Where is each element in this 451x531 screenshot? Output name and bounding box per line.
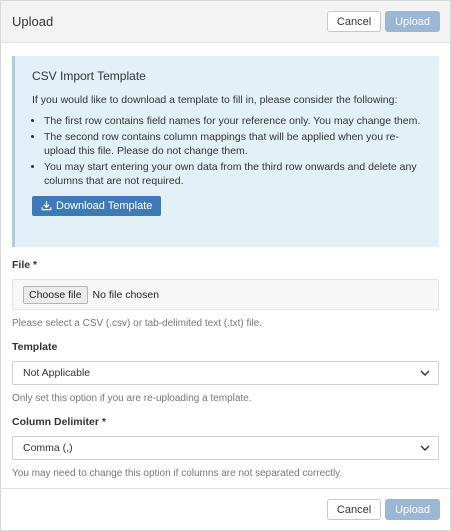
template-selected-value: Not Applicable <box>23 367 91 379</box>
chevron-down-icon <box>420 367 430 379</box>
info-intro: If you would like to download a template… <box>32 94 398 106</box>
file-label: File * <box>12 259 38 271</box>
column-delimiter-label: Column Delimiter * <box>12 416 106 428</box>
header-actions: Cancel Upload <box>326 11 440 32</box>
footer-cancel-button[interactable]: Cancel <box>326 499 382 520</box>
list-item: The first row contains field names for y… <box>44 114 426 129</box>
template-help-text: Only set this option if you are re-uploa… <box>12 393 252 404</box>
template-label: Template <box>12 341 58 353</box>
footer-actions: Cancel Upload <box>326 499 440 520</box>
csv-template-info-box: CSV Import Template If you would like to… <box>12 56 439 247</box>
file-input: Choose file No file chosen <box>12 279 439 310</box>
upload-button[interactable]: Upload <box>385 11 440 32</box>
download-template-button[interactable]: Download Template <box>32 195 162 216</box>
choose-file-button[interactable]: Choose file <box>23 285 88 304</box>
cancel-button[interactable]: Cancel <box>326 11 382 32</box>
dialog-footer: Cancel Upload <box>1 488 450 530</box>
file-status: No file chosen <box>92 288 160 301</box>
footer-upload-button[interactable]: Upload <box>385 499 440 520</box>
list-item: The second row contains column mappings … <box>44 130 426 159</box>
column-delimiter-select[interactable]: Comma (,) <box>12 436 439 460</box>
upload-dialog: Upload Cancel Upload CSV Import Template… <box>0 0 451 531</box>
list-item: You may start entering your own data fro… <box>44 160 426 189</box>
dialog-body: CSV Import Template If you would like to… <box>1 43 450 479</box>
file-help-text: Please select a CSV (.csv) or tab-delimi… <box>12 318 263 329</box>
download-template-label: Download Template <box>56 199 153 212</box>
info-bullet-list: The first row contains field names for y… <box>32 114 426 189</box>
delimiter-selected-value: Comma (,) <box>23 442 73 454</box>
info-title: CSV Import Template <box>32 69 146 83</box>
chevron-down-icon <box>420 442 430 454</box>
dialog-header: Upload Cancel Upload <box>1 1 450 43</box>
delimiter-help-text: You may need to change this option if co… <box>12 468 343 479</box>
template-select[interactable]: Not Applicable <box>12 361 439 385</box>
download-icon <box>41 200 52 211</box>
dialog-title: Upload <box>12 14 54 29</box>
